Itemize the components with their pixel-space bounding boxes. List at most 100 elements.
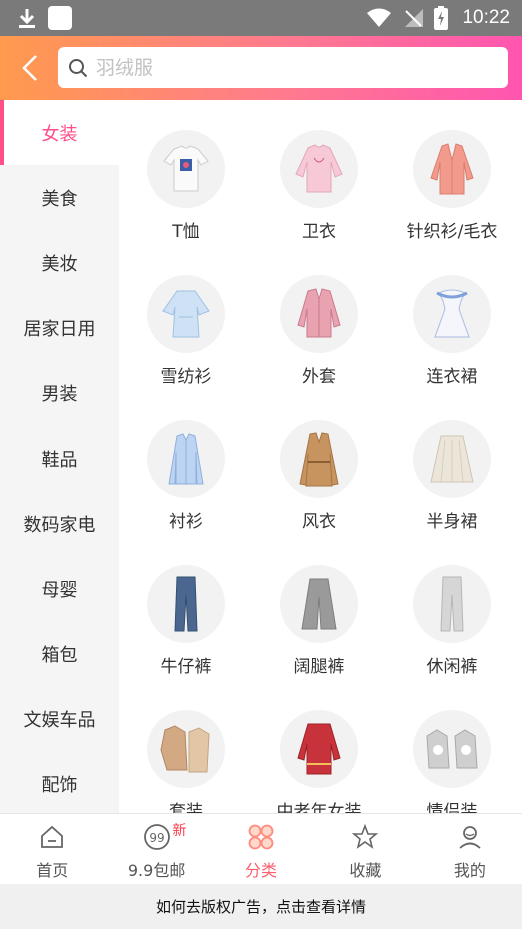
jeans-image bbox=[147, 565, 225, 643]
sidebar-item-label: 配饰 bbox=[41, 775, 78, 797]
chevron-left-icon bbox=[22, 55, 37, 81]
couple-hoodie-image bbox=[413, 710, 491, 788]
category-suit-set[interactable]: 套装 bbox=[119, 710, 253, 813]
category-label: 牛仔裤 bbox=[160, 657, 212, 677]
tab-label: 我的 bbox=[453, 861, 486, 880]
category-coat[interactable]: 外套 bbox=[252, 275, 386, 387]
category-knitwear[interactable]: 针织衫/毛衣 bbox=[385, 130, 519, 242]
hoodie-image bbox=[280, 130, 358, 208]
category-hoodie[interactable]: 卫衣 bbox=[252, 130, 386, 242]
tab-favorites[interactable]: 收藏 bbox=[313, 814, 417, 884]
search-icon bbox=[69, 58, 88, 77]
download-icon bbox=[19, 9, 35, 28]
category-label: 半身裙 bbox=[426, 512, 478, 532]
dress-image bbox=[413, 275, 491, 353]
skirt-image bbox=[413, 420, 491, 498]
category-icon bbox=[248, 824, 274, 850]
status-bar: 10:22 bbox=[0, 0, 522, 36]
sidebar-item-digital[interactable]: 数码家电 bbox=[0, 491, 119, 556]
bottom-tab-bar: 首页 99 新 9.9包邮 分类 收藏 我的 bbox=[0, 813, 522, 884]
category-label: T恤 bbox=[172, 222, 200, 242]
category-jeans[interactable]: 牛仔裤 bbox=[119, 565, 253, 677]
sidebar-item-home[interactable]: 居家日用 bbox=[0, 296, 119, 361]
tab-nine-nine-free-shipping[interactable]: 99 新 9.9包邮 bbox=[104, 814, 208, 884]
sidebar-item-mens[interactable]: 男装 bbox=[0, 361, 119, 426]
sidebar-item-label: 女装 bbox=[41, 123, 78, 145]
sidebar-item-label: 文娱车品 bbox=[23, 710, 96, 732]
suit-set-image bbox=[147, 710, 225, 788]
top-bar bbox=[0, 36, 522, 100]
status-time: 10:22 bbox=[462, 7, 510, 28]
search-box[interactable] bbox=[58, 47, 508, 88]
tab-home[interactable]: 首页 bbox=[0, 814, 104, 884]
sidebar-item-womens[interactable]: 女装 bbox=[0, 100, 119, 166]
tab-profile[interactable]: 我的 bbox=[418, 814, 522, 884]
profile-icon bbox=[459, 826, 481, 849]
wide-leg-pants-image bbox=[280, 565, 358, 643]
sidebar-item-label: 美妆 bbox=[41, 253, 78, 275]
category-label: 连衣裙 bbox=[426, 367, 478, 387]
sidebar-item-accessories[interactable]: 配饰 bbox=[0, 752, 119, 813]
category-skirt[interactable]: 半身裙 bbox=[385, 420, 519, 532]
sidebar-item-label: 居家日用 bbox=[23, 319, 96, 341]
category-label: 风衣 bbox=[302, 512, 336, 532]
svg-text:99: 99 bbox=[149, 831, 164, 845]
category-sidebar: 女装 美食 美妆 居家日用 男装 鞋品 数码家电 母婴 箱包 文娱车品 配饰 bbox=[0, 100, 119, 813]
tshirt-image bbox=[147, 130, 225, 208]
battery-charging-icon bbox=[434, 6, 449, 30]
sidebar-item-beauty[interactable]: 美妆 bbox=[0, 230, 119, 295]
category-wide-leg[interactable]: 阔腿裤 bbox=[252, 565, 386, 677]
category-trench[interactable]: 风衣 bbox=[252, 420, 386, 532]
jacket-image bbox=[280, 275, 358, 353]
tab-label: 收藏 bbox=[349, 861, 382, 880]
tab-category[interactable]: 分类 bbox=[209, 814, 313, 884]
sidebar-item-label: 母婴 bbox=[41, 579, 78, 601]
category-label: 卫衣 bbox=[302, 222, 336, 242]
no-signal-icon bbox=[405, 9, 424, 27]
category-grid: T恤 卫衣 针织衫/毛衣 雪纺衫 外套 连衣裙 衬衫 风衣 半身裙 牛仔裤 阔腿… bbox=[119, 100, 522, 813]
trench-coat-image bbox=[280, 420, 358, 498]
category-casual-pants[interactable]: 休闲裤 bbox=[385, 565, 519, 677]
category-chiffon[interactable]: 雪纺衫 bbox=[119, 275, 253, 387]
category-label: 情侣装 bbox=[426, 802, 478, 813]
sidebar-item-label: 美食 bbox=[41, 188, 78, 210]
back-button[interactable] bbox=[10, 48, 50, 88]
notification-icon bbox=[48, 6, 72, 30]
category-label: 休闲裤 bbox=[426, 657, 478, 677]
home-icon bbox=[41, 825, 64, 848]
casual-pants-image bbox=[413, 565, 491, 643]
sidebar-item-label: 数码家电 bbox=[23, 514, 96, 536]
star-icon bbox=[352, 823, 379, 849]
sidebar-item-food[interactable]: 美食 bbox=[0, 165, 119, 230]
tab-label: 分类 bbox=[245, 861, 278, 880]
padded-coat-image bbox=[280, 710, 358, 788]
ad-banner-text: 如何去版权广告，点击查看详情 bbox=[155, 898, 366, 916]
sidebar-item-label: 男装 bbox=[41, 384, 78, 406]
new-badge: 新 bbox=[172, 823, 187, 839]
category-label: 雪纺衫 bbox=[160, 367, 212, 387]
sidebar-item-label: 箱包 bbox=[41, 645, 78, 667]
category-tshirt[interactable]: T恤 bbox=[119, 130, 253, 242]
sidebar-item-label: 鞋品 bbox=[41, 449, 78, 471]
tab-label: 首页 bbox=[36, 861, 69, 880]
category-label: 阔腿裤 bbox=[293, 657, 345, 677]
chiffon-shirt-image bbox=[147, 275, 225, 353]
category-middle-aged[interactable]: 中老年女装 bbox=[252, 710, 386, 813]
search-input[interactable] bbox=[96, 56, 476, 79]
category-dress[interactable]: 连衣裙 bbox=[385, 275, 519, 387]
cardigan-image bbox=[413, 130, 491, 208]
category-label: 中老年女装 bbox=[276, 802, 362, 813]
sidebar-item-bags[interactable]: 箱包 bbox=[0, 622, 119, 687]
wifi-icon bbox=[367, 8, 392, 27]
shirt-image bbox=[147, 420, 225, 498]
sidebar-item-baby[interactable]: 母婴 bbox=[0, 556, 119, 621]
ad-removal-banner[interactable]: 如何去版权广告，点击查看详情 bbox=[0, 884, 522, 929]
category-label: 针织衫/毛衣 bbox=[406, 222, 498, 242]
category-shirt[interactable]: 衬衫 bbox=[119, 420, 253, 532]
sidebar-item-shoes[interactable]: 鞋品 bbox=[0, 426, 119, 491]
nine-nine-icon: 99 bbox=[143, 824, 170, 850]
tab-label: 9.9包邮 bbox=[127, 861, 186, 880]
sidebar-item-entertainment-auto[interactable]: 文娱车品 bbox=[0, 687, 119, 752]
category-label: 套装 bbox=[169, 802, 203, 813]
category-couple[interactable]: 情侣装 bbox=[385, 710, 519, 813]
